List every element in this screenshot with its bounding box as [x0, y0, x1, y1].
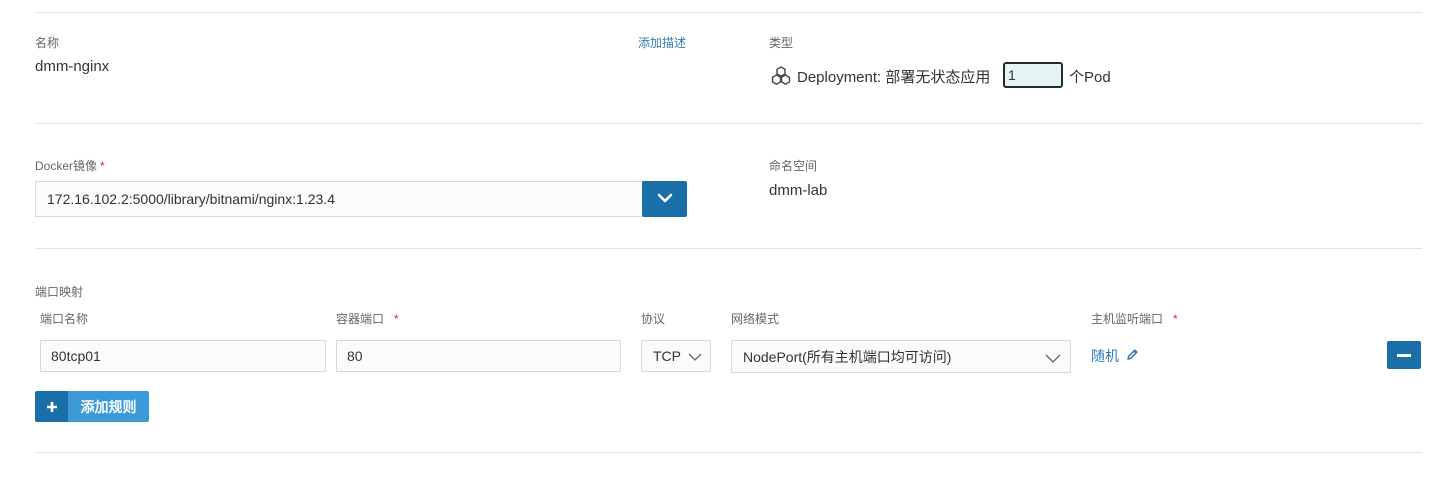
replicas-suffix: 个Pod [1069, 69, 1111, 86]
container-port-header: 容器端口 * [336, 312, 399, 326]
plus-icon [35, 391, 68, 422]
host-port-value: 随机 [1091, 348, 1119, 364]
add-rule-label: 添加规则 [68, 391, 149, 422]
add-description-link[interactable]: 添加描述 [638, 34, 686, 51]
divider-1 [35, 123, 1422, 124]
image-dropdown-button[interactable] [642, 181, 687, 217]
port-name-input[interactable]: 80tcp01 [40, 340, 326, 372]
container-port-input[interactable]: 80 [336, 340, 621, 372]
protocol-value: TCP [653, 348, 681, 364]
chevron-down-icon [688, 350, 702, 366]
add-rule-button[interactable]: 添加规则 [35, 391, 149, 422]
replicas-input[interactable]: 1 [1003, 62, 1063, 88]
divider-top [35, 12, 1422, 13]
host-port-header: 主机监听端口 * [1091, 312, 1178, 326]
name-value: dmm-nginx [35, 58, 110, 75]
docker-image-label: Docker镜像 * [35, 159, 105, 173]
network-mode-value: NodePort(所有主机端口均可访问) [743, 348, 952, 365]
remove-rule-button[interactable] [1387, 341, 1421, 369]
port-mapping-label: 端口映射 [35, 285, 84, 299]
namespace-label: 命名空间 [769, 159, 818, 173]
name-label: 名称 [35, 36, 60, 50]
network-mode-select[interactable]: NodePort(所有主机端口均可访问) [731, 340, 1071, 373]
protocol-select[interactable]: TCP [641, 340, 711, 372]
divider-bottom [35, 452, 1422, 453]
minus-icon [1397, 353, 1411, 357]
host-port-random-link[interactable]: 随机 [1091, 346, 1139, 366]
protocol-header: 协议 [641, 312, 666, 326]
type-label: 类型 [769, 36, 794, 50]
pencil-icon[interactable] [1126, 348, 1139, 364]
namespace-value: dmm-lab [769, 182, 828, 199]
type-value: Deployment: 部署无状态应用 [797, 69, 991, 86]
chevron-down-icon [657, 190, 673, 208]
deployment-icon [770, 65, 792, 87]
port-name-header: 端口名称 [40, 312, 89, 326]
chevron-down-icon [1045, 351, 1061, 367]
network-mode-header: 网络模式 [731, 312, 780, 326]
divider-2 [35, 248, 1422, 249]
docker-image-input[interactable]: 172.16.102.2:5000/library/bitnami/nginx:… [35, 181, 643, 217]
